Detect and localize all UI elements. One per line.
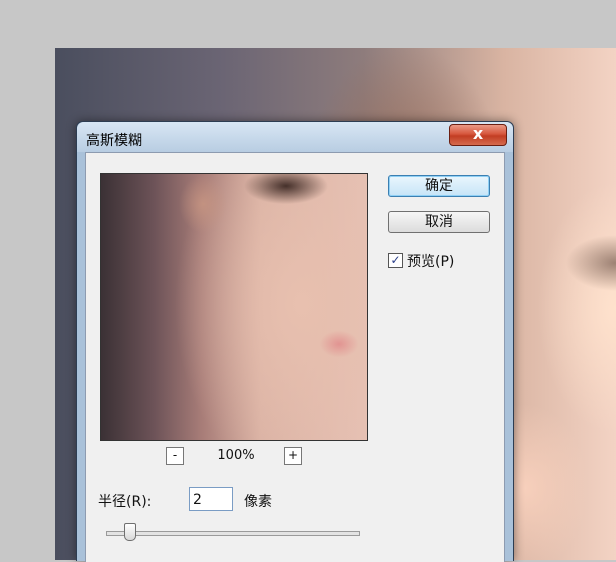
radius-label: 半径(R): bbox=[98, 494, 152, 510]
minus-icon: - bbox=[172, 448, 178, 462]
preview-checkbox-row[interactable]: ✓ 预览(P) bbox=[388, 251, 508, 271]
preview-image[interactable] bbox=[100, 173, 368, 441]
cancel-button[interactable]: 取消 bbox=[388, 211, 490, 233]
zoom-in-button[interactable]: + bbox=[284, 447, 302, 465]
close-button[interactable]: x bbox=[449, 124, 507, 146]
zoom-out-button[interactable]: - bbox=[166, 447, 184, 465]
dialog-title: 高斯模糊 bbox=[86, 133, 142, 149]
radius-unit-label: 像素 bbox=[244, 494, 272, 510]
ok-button[interactable]: 确定 bbox=[388, 175, 490, 197]
preview-label: 预览(P) bbox=[407, 254, 455, 270]
radius-slider-track[interactable] bbox=[106, 531, 360, 536]
preview-checkbox[interactable]: ✓ bbox=[388, 253, 403, 268]
radius-slider-thumb[interactable] bbox=[124, 523, 136, 541]
zoom-level: 100% bbox=[217, 448, 255, 463]
close-icon: x bbox=[472, 124, 484, 143]
dialog-body: - 100% + 确定 取消 ✓ 预览(P) 半径(R): 2 像素 bbox=[85, 152, 505, 562]
dialog-titlebar[interactable]: 高斯模糊 x bbox=[77, 122, 513, 152]
radius-input[interactable]: 2 bbox=[189, 487, 233, 511]
gaussian-blur-dialog: 高斯模糊 x - 100% + 确定 取消 ✓ 预览(P) 半径(R): 2 像… bbox=[76, 121, 514, 562]
plus-icon: + bbox=[287, 448, 299, 462]
